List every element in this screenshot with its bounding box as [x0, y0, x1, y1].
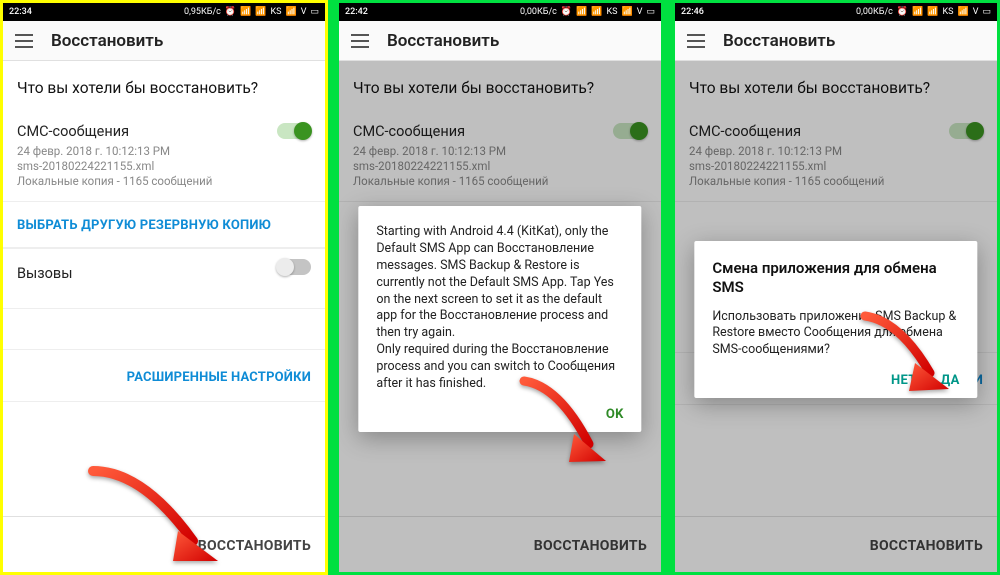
app-bar: Восстановить [675, 21, 997, 61]
phone-screen-3: 22:46 0,00КБ/с ⏰ 📶 📶 KS 📶 V ▭ Восстанови… [672, 0, 1000, 575]
no-button[interactable]: НЕТ [891, 373, 917, 388]
ok-button[interactable]: OK [606, 407, 624, 422]
sms-date: 24 февр. 2018 г. 10:12:13 PM [17, 144, 311, 159]
calls-title: Вызовы [17, 265, 311, 282]
wifi-icon: 📶 [576, 7, 587, 17]
choose-backup-button[interactable]: ВЫБРАТЬ ДРУГУЮ РЕЗЕРВНУЮ КОПИЮ [17, 218, 271, 233]
sms-file: sms-20180224221155.xml [17, 159, 311, 174]
app-bar: Восстановить [339, 21, 661, 61]
status-v: V [973, 7, 979, 17]
battery-icon: ▭ [646, 7, 655, 17]
sms-section[interactable]: СМС-сообщения 24 февр. 2018 г. 10:12:13 … [3, 113, 325, 202]
sms-count: Локальные копия - 1165 сообщений [17, 174, 311, 189]
restore-button[interactable]: ВОССТАНОВИТЬ [198, 538, 311, 554]
default-sms-dialog: Starting with Android 4.4 (KitKat), only… [358, 206, 641, 432]
sms-title: СМС-сообщения [17, 123, 311, 140]
choose-backup-row[interactable]: ВЫБРАТЬ ДРУГУЮ РЕЗЕРВНУЮ КОПИЮ [3, 202, 325, 248]
menu-icon[interactable] [687, 34, 705, 48]
alarm-icon: ⏰ [561, 7, 572, 17]
dialog-message: Starting with Android 4.4 (KitKat), only… [376, 224, 623, 393]
status-v: V [301, 7, 307, 17]
wifi-icon: 📶 [912, 7, 923, 17]
status-carrier: KS [271, 7, 282, 17]
restore-button-bar[interactable]: ВОССТАНОВИТЬ [3, 516, 325, 572]
wifi-icon: 📶 [240, 7, 251, 17]
status-speed: 0,00КБ/с [520, 7, 557, 17]
calls-toggle[interactable] [277, 259, 311, 275]
status-v: V [637, 7, 643, 17]
content-area: Что вы хотели бы восстановить? СМС-сообщ… [3, 61, 325, 572]
status-bar: 22:34 0,95КБ/с ⏰ 📶 📶 KS 📶 V ▭ [3, 3, 325, 21]
alarm-icon: ⏰ [225, 7, 236, 17]
yes-button[interactable]: ДА [941, 373, 960, 388]
signal-icon: 📶 [591, 7, 602, 17]
change-sms-app-dialog: Смена приложения для обмена SMS Использо… [694, 241, 977, 398]
sms-toggle[interactable] [277, 123, 311, 139]
page-title: Восстановить [387, 31, 499, 51]
status-time: 22:46 [681, 7, 704, 17]
status-bar: 22:42 0,00КБ/с ⏰ 📶 📶 KS 📶 V ▭ [339, 3, 661, 21]
status-carrier: KS [607, 7, 618, 17]
status-bar: 22:46 0,00КБ/с ⏰ 📶 📶 KS 📶 V ▭ [675, 3, 997, 21]
menu-icon[interactable] [15, 34, 33, 48]
page-title: Восстановить [723, 31, 835, 51]
page-title: Восстановить [51, 31, 163, 51]
restore-question: Что вы хотели бы восстановить? [3, 61, 325, 113]
battery-icon: ▭ [310, 7, 319, 17]
advanced-settings-button[interactable]: РАСШИРЕННЫЕ НАСТРОЙКИ [127, 370, 311, 385]
signal-icon: 📶 [622, 7, 633, 17]
signal-icon: 📶 [286, 7, 297, 17]
calls-section[interactable]: Вызовы [3, 248, 325, 309]
status-time: 22:34 [9, 7, 32, 17]
dialog-message: Использовать приложение SMS Backup & Res… [712, 309, 959, 360]
battery-icon: ▭ [982, 7, 991, 17]
signal-icon: 📶 [255, 7, 266, 17]
alarm-icon: ⏰ [897, 7, 908, 17]
advanced-row[interactable]: РАСШИРЕННЫЕ НАСТРОЙКИ [3, 349, 325, 402]
menu-icon[interactable] [351, 34, 369, 48]
status-time: 22:42 [345, 7, 368, 17]
status-speed: 0,00КБ/с [856, 7, 893, 17]
signal-icon: 📶 [958, 7, 969, 17]
content-area: Что вы хотели бы восстановить? СМС-сообщ… [339, 61, 661, 572]
content-area: Что вы хотели бы восстановить? СМС-сообщ… [675, 61, 997, 572]
status-speed: 0,95КБ/с [184, 7, 221, 17]
phone-screen-1: 22:34 0,95КБ/с ⏰ 📶 📶 KS 📶 V ▭ Восстанови… [0, 0, 328, 575]
app-bar: Восстановить [3, 21, 325, 61]
dialog-title: Смена приложения для обмена SMS [712, 259, 959, 297]
status-carrier: KS [943, 7, 954, 17]
phone-screen-2: 22:42 0,00КБ/с ⏰ 📶 📶 KS 📶 V ▭ Восстанови… [336, 0, 664, 575]
signal-icon: 📶 [927, 7, 938, 17]
